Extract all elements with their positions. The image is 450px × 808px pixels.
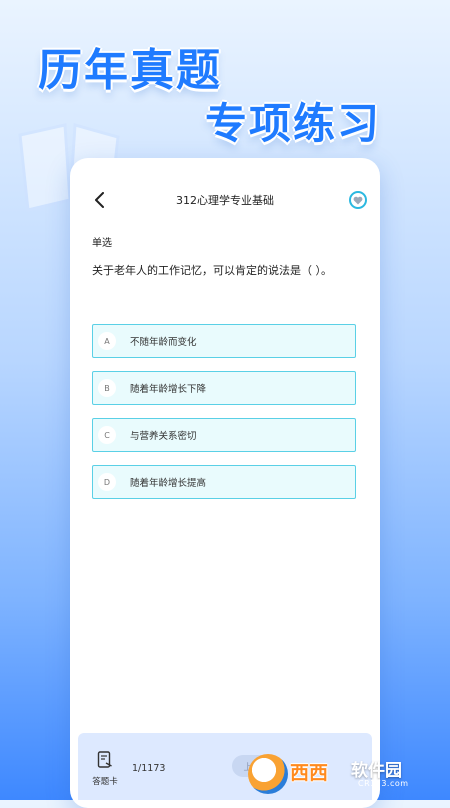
promo-headline-2: 专项练习 [205, 99, 382, 148]
question-progress: 1/1173 [132, 763, 166, 774]
option-letter: A [98, 332, 116, 350]
watermark-url: CR173.com [358, 779, 409, 788]
option-d[interactable]: D 随着年龄增长提高 [92, 465, 356, 499]
answer-card-button[interactable]: 答题卡 [88, 751, 122, 787]
favorite-button[interactable] [349, 191, 367, 209]
option-letter: D [98, 473, 116, 491]
watermark-icon [248, 754, 288, 794]
option-letter: B [98, 379, 116, 397]
heart-icon [353, 196, 363, 204]
promo-banner: 历年真题 专项练习 [0, 0, 450, 212]
option-text: 随着年龄增长提高 [130, 478, 207, 489]
option-text: 不随年龄而变化 [130, 337, 197, 348]
promo-headline-1: 历年真题 [38, 45, 222, 96]
watermark-suffix: 软件园 [351, 761, 402, 781]
answer-card-icon [97, 751, 112, 768]
page-title: 312心理学专业基础 [176, 194, 274, 207]
option-b[interactable]: B 随着年龄增长下降 [92, 371, 356, 405]
phone-screen: 312心理学专业基础 单选 关于老年人的工作记忆，可以肯定的说法是（ ）。 A … [70, 158, 380, 808]
option-text: 与营养关系密切 [130, 431, 197, 442]
nav-bar: 312心理学专业基础 [70, 158, 380, 238]
option-c[interactable]: C 与营养关系密切 [92, 418, 356, 452]
question-type: 单选 [92, 238, 112, 249]
watermark-logo: 西西 软件园 CR173.com [248, 752, 448, 796]
option-a[interactable]: A 不随年龄而变化 [92, 324, 356, 358]
watermark-brand: 西西 [290, 762, 329, 784]
option-list: A 不随年龄而变化 B 随着年龄增长下降 C 与营养关系密切 D 随着年龄增长提… [92, 324, 356, 512]
answer-card-label: 答题卡 [92, 777, 118, 787]
question-text: 关于老年人的工作记忆，可以肯定的说法是（ ）。 [92, 264, 332, 277]
option-text: 随着年龄增长下降 [130, 384, 207, 395]
option-letter: C [98, 426, 116, 444]
